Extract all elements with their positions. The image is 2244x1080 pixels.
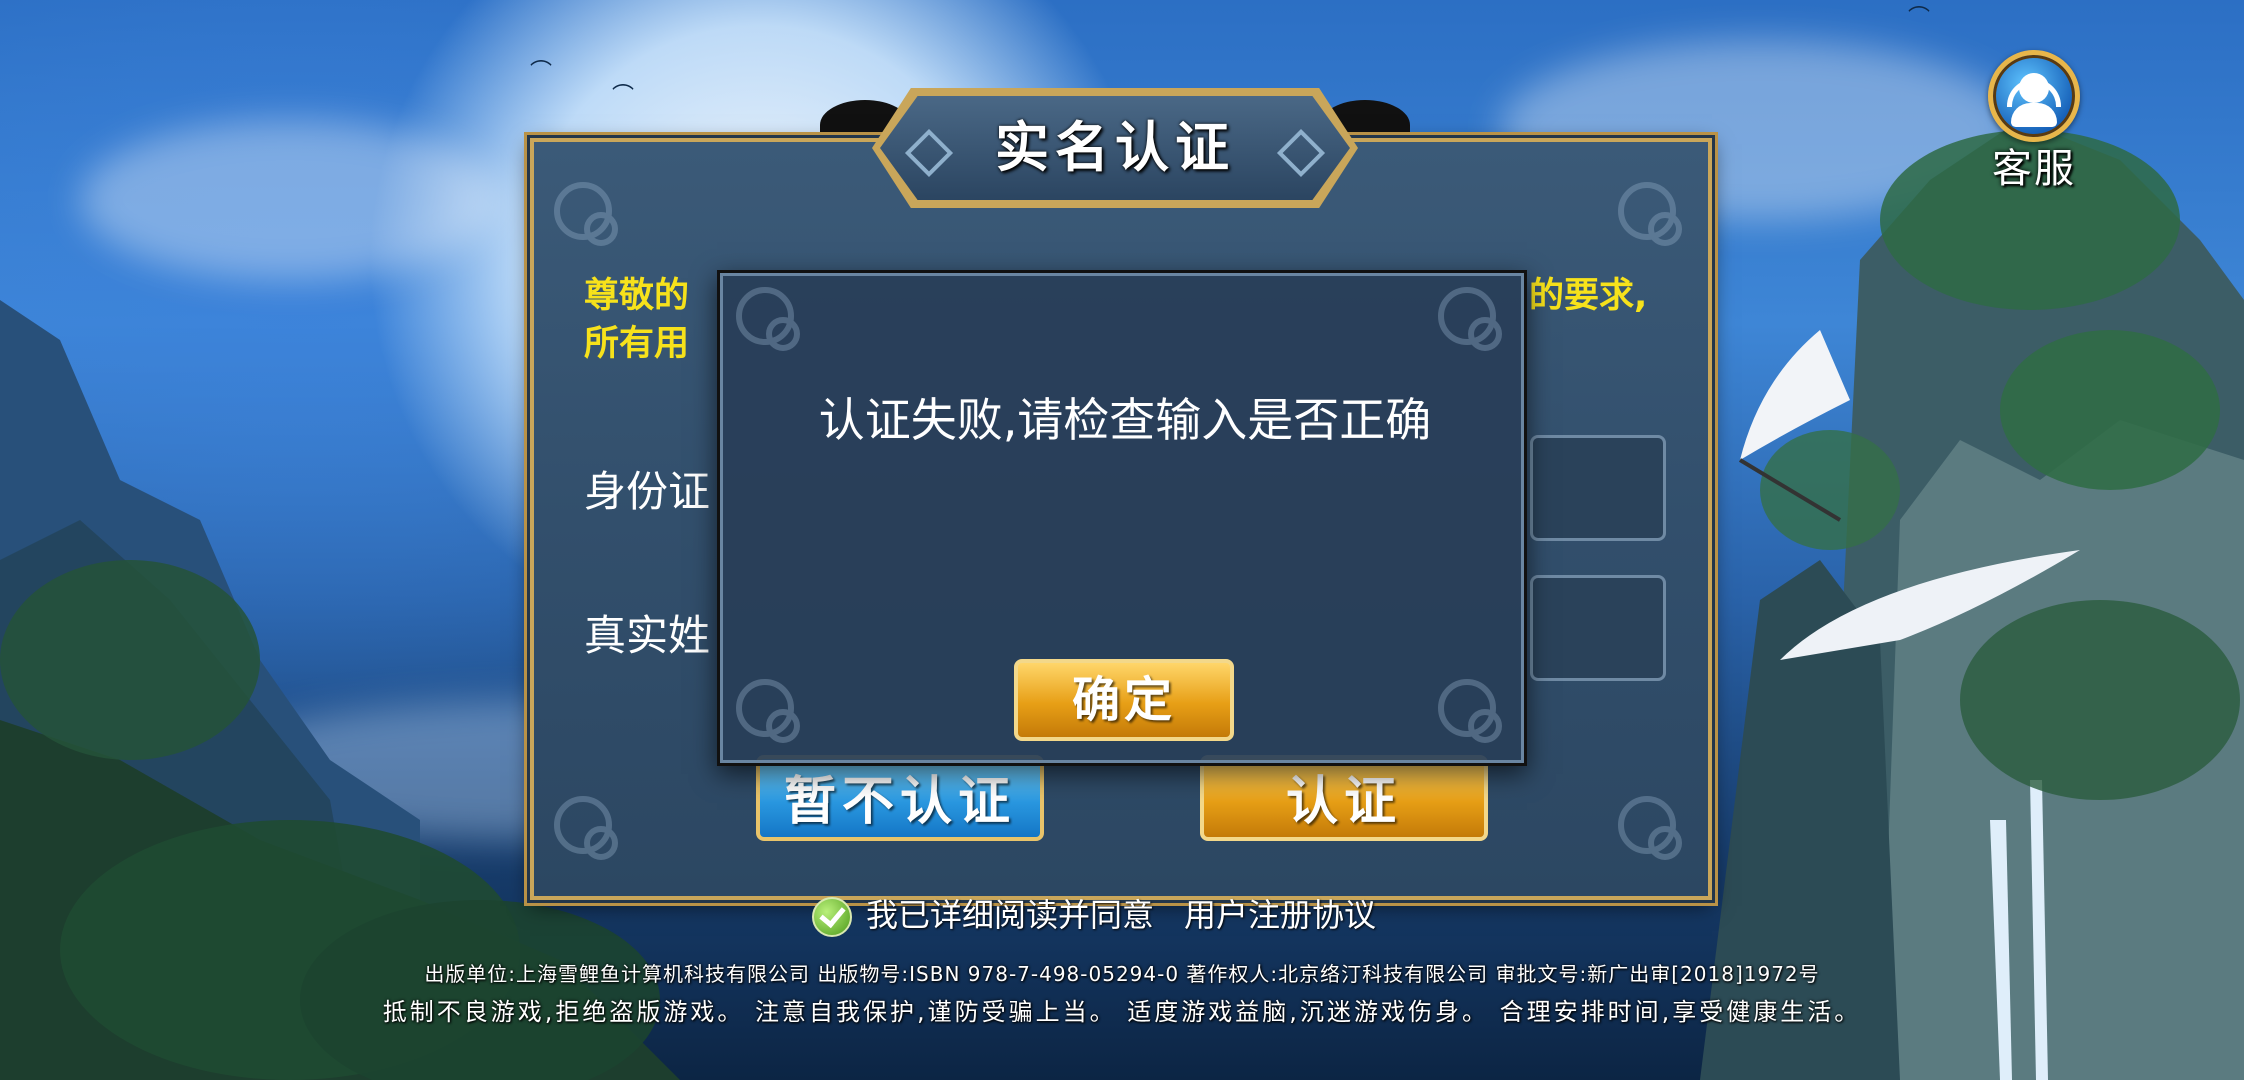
cloud-ornament-icon [544, 172, 634, 262]
real-name-field[interactable] [1530, 575, 1666, 681]
agreement-row: 我已详细阅读并同意 用户注册协议 [812, 890, 1376, 937]
user-agreement-link[interactable]: 用户注册协议 [1184, 896, 1376, 934]
notice-line1: 尊敬的 [584, 276, 690, 316]
customer-service-label: 客服 [1992, 146, 2076, 192]
confirm-button[interactable]: 确定 [1014, 659, 1234, 741]
id-number-field[interactable] [1530, 435, 1666, 541]
headset-icon [1988, 50, 2080, 142]
publisher-info: 出版单位:上海雪鲤鱼计算机科技有限公司 出版物号:ISBN 978-7-498-… [424, 962, 1820, 986]
bird-icon: ⌒ [612, 84, 635, 109]
real-name-label: 真实姓 [584, 611, 711, 660]
health-advisory: 抵制不良游戏,拒绝盗版游戏。 注意自我保护,谨防受骗上当。 适度游戏益脑,沉迷游… [382, 998, 1862, 1026]
skip-verification-button[interactable]: 暂不认证 [756, 755, 1044, 841]
cloud-ornament-icon [1608, 786, 1698, 876]
cloud-ornament-icon [544, 786, 634, 876]
dialog-title: 实名认证 [995, 116, 1235, 179]
cloud-ornament-icon [1608, 172, 1698, 262]
customer-service-button[interactable]: 客服 [1982, 50, 2086, 194]
bird-icon: ⌒ [1908, 6, 1931, 31]
verify-button[interactable]: 认证 [1200, 755, 1488, 841]
id-number-label: 身份证 [584, 467, 711, 516]
crane-illustration [1738, 330, 1850, 522]
checkbox-checked-icon[interactable] [812, 897, 852, 937]
cloud-ornament-icon [726, 277, 816, 367]
alert-message: 认证失败,请检查输入是否正确 [818, 393, 1432, 447]
cloud-ornament-icon [1428, 669, 1518, 759]
agreement-text: 我已详细阅读并同意 [866, 896, 1155, 934]
cloud-ornament-icon [1428, 277, 1518, 367]
error-alert-dialog: 认证失败,请检查输入是否正确 确定 [717, 270, 1527, 766]
notice-line1-end: 的要求, [1529, 276, 1648, 316]
crane-illustration [1780, 550, 2080, 660]
cloud-ornament-icon [726, 669, 816, 759]
bird-icon: ⌒ [530, 60, 553, 85]
